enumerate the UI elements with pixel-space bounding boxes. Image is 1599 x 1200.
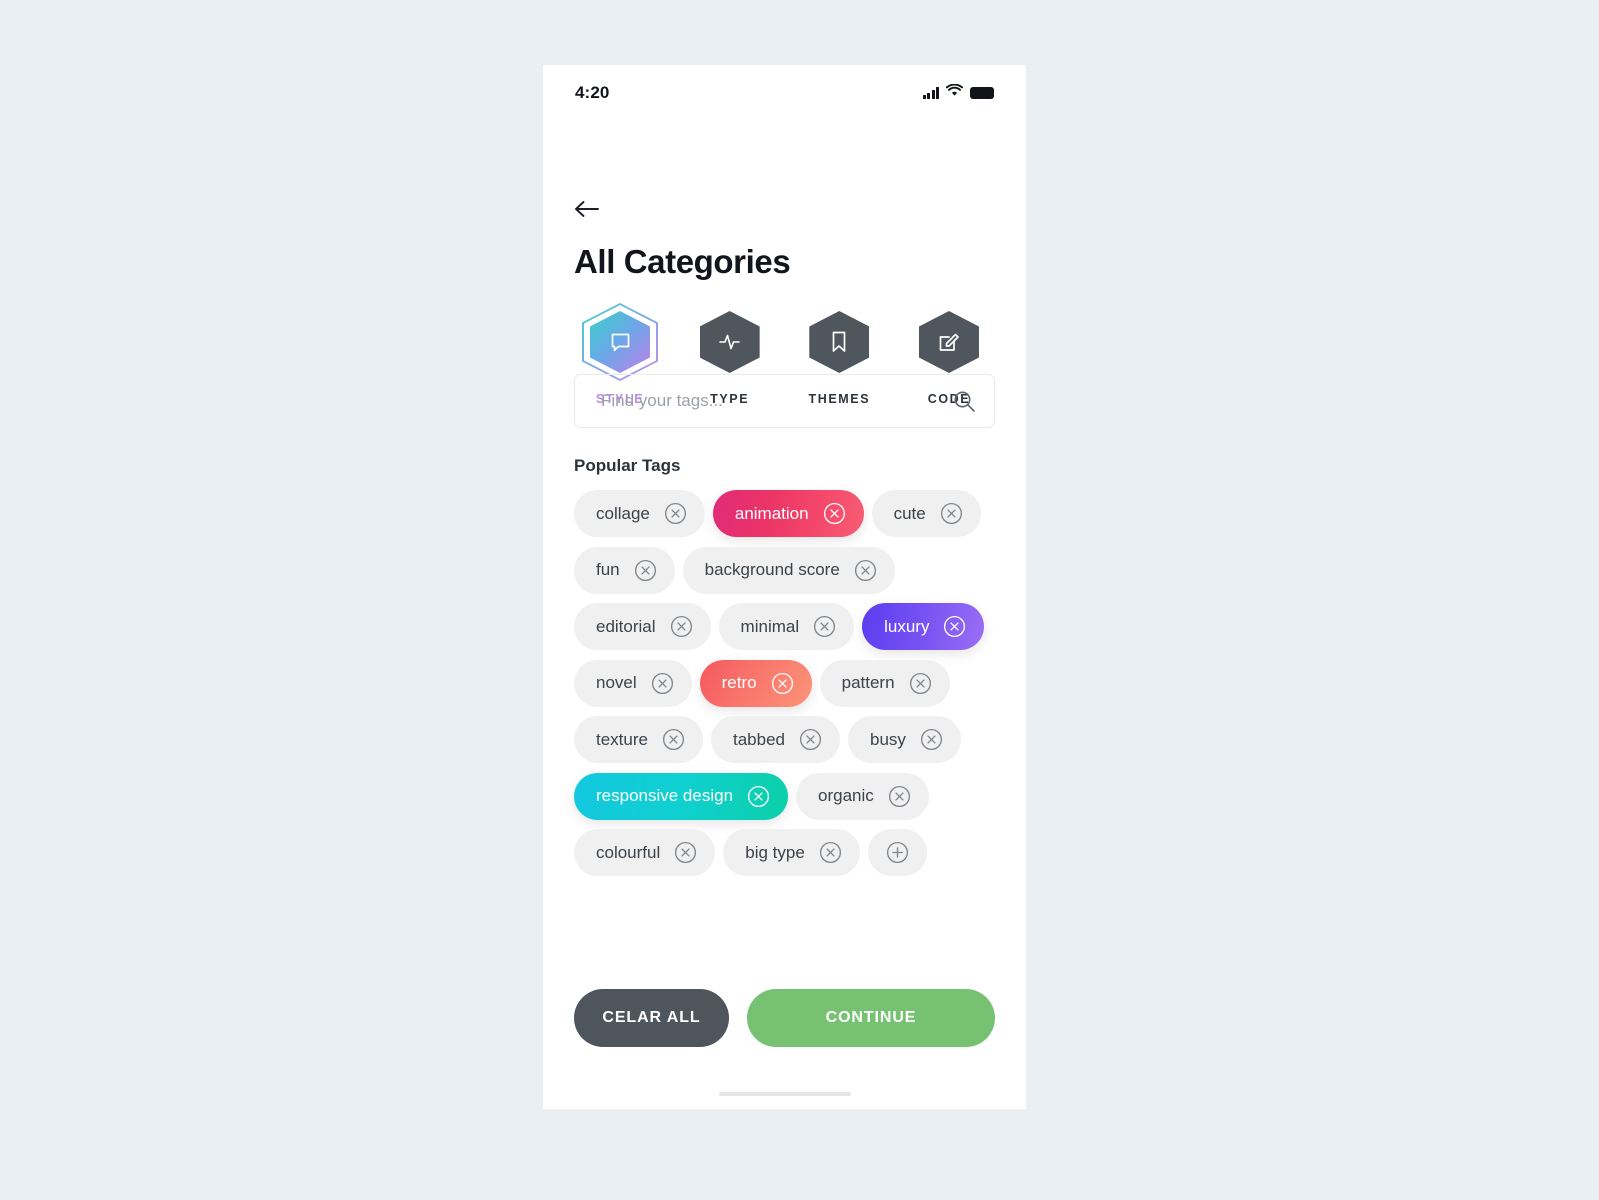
tag-chip[interactable]: responsive design [574, 772, 789, 820]
tag-label: minimal [740, 616, 800, 636]
plus-circle-icon[interactable] [886, 841, 909, 864]
tag-label: collage [596, 503, 650, 523]
page-title: All Categories [574, 243, 791, 280]
chat-bubble-icon [611, 333, 629, 351]
close-circle-icon[interactable] [634, 559, 657, 582]
tag-row: texture tabbed busy [574, 716, 1004, 763]
activity-pulse-icon [719, 334, 740, 350]
tag-label: big type [745, 842, 805, 862]
close-circle-icon[interactable] [670, 615, 693, 638]
tag-chip[interactable]: big type [723, 829, 860, 876]
close-circle-icon[interactable] [909, 672, 932, 695]
close-circle-icon[interactable] [823, 502, 846, 525]
tag-row: fun background score [574, 546, 1004, 594]
tag-chip[interactable]: busy [847, 716, 961, 763]
close-circle-icon[interactable] [819, 841, 842, 864]
tag-label: tabbed [732, 729, 785, 749]
tag-chip[interactable]: colourful [574, 829, 716, 876]
search-input[interactable] [601, 391, 953, 411]
style-hexagon [582, 303, 658, 381]
code-hexagon-fill [918, 311, 979, 373]
themes-hexagon-fill [809, 311, 870, 373]
wifi-icon [945, 83, 964, 102]
close-circle-icon[interactable] [854, 559, 877, 582]
tag-chip[interactable]: collage [574, 490, 705, 537]
tag-row: editorial minimal luxury [574, 603, 1004, 650]
search-bar[interactable] [574, 374, 995, 428]
battery-icon [970, 87, 994, 99]
tag-label: cute [893, 503, 926, 523]
footer-actions: CELAR ALL CONTINUE [574, 989, 995, 1047]
status-bar: 4:20 [543, 65, 1026, 121]
tag-row: colourful big type [574, 829, 1004, 876]
tag-chip[interactable]: editorial [574, 603, 711, 650]
search-icon[interactable] [953, 390, 976, 413]
status-icons-group [922, 83, 994, 102]
tag-chip[interactable]: cute [871, 490, 981, 537]
signal-bars-icon [922, 87, 939, 99]
tag-chip[interactable]: background score [682, 546, 895, 594]
code-hexagon [911, 303, 987, 381]
back-arrow-icon [575, 201, 599, 217]
close-circle-icon[interactable] [920, 728, 943, 751]
tag-chip[interactable]: luxury [862, 603, 985, 650]
tag-chip[interactable]: tabbed [710, 716, 840, 763]
close-circle-icon[interactable] [662, 728, 685, 751]
tag-chip[interactable]: organic [796, 772, 929, 820]
close-circle-icon[interactable] [651, 672, 674, 695]
tag-label: busy [869, 729, 906, 749]
tag-row: novel retro pattern [574, 659, 1004, 707]
close-circle-icon[interactable] [674, 841, 697, 864]
bookmark-icon [832, 331, 846, 352]
tag-label: novel [596, 673, 637, 692]
tag-label: organic [818, 786, 874, 805]
tag-chip[interactable]: novel [574, 659, 692, 707]
tag-chip[interactable]: minimal [718, 603, 855, 650]
close-circle-icon[interactable] [747, 785, 770, 808]
close-circle-icon[interactable] [799, 728, 822, 751]
close-circle-icon[interactable] [813, 615, 836, 638]
tag-label: retro [721, 673, 757, 692]
edit-square-icon [939, 333, 959, 351]
close-circle-icon[interactable] [888, 785, 911, 808]
tag-list: collage animation cute fun background score e… [574, 490, 1004, 886]
close-circle-icon[interactable] [940, 502, 963, 525]
tag-label: texture [596, 729, 648, 749]
close-circle-icon[interactable] [943, 615, 966, 638]
tag-label: colourful [596, 842, 661, 862]
type-hexagon-fill [699, 311, 760, 373]
back-button[interactable] [574, 183, 626, 235]
popular-tags-title: Popular Tags [574, 456, 681, 475]
tag-row: collage animation cute [574, 490, 1004, 537]
status-time: 4:20 [575, 83, 610, 102]
tag-label: editorial [596, 616, 656, 636]
themes-hexagon [801, 303, 877, 381]
tag-label: luxury [884, 616, 930, 636]
tag-chip[interactable]: texture [574, 716, 703, 763]
tag-label: pattern [841, 673, 895, 692]
tag-chip[interactable]: pattern [819, 659, 950, 707]
tag-label: animation [734, 503, 809, 523]
tag-label: fun [596, 560, 620, 579]
home-indicator [718, 1092, 851, 1096]
phone-screen: 4:20 All Categories STYLE TYPE THEMES CO… [543, 65, 1026, 1109]
clear-all-button[interactable]: CELAR ALL [574, 989, 729, 1047]
tag-label: background score [704, 560, 840, 579]
tag-label: responsive design [596, 786, 734, 805]
tag-row: responsive design organic [574, 772, 1004, 820]
close-circle-icon[interactable] [771, 672, 794, 695]
continue-button[interactable]: CONTINUE [747, 989, 995, 1047]
add-tag-button[interactable] [867, 829, 927, 876]
tag-chip[interactable]: fun [574, 546, 675, 594]
tag-chip[interactable]: retro [699, 659, 812, 707]
tag-chip[interactable]: animation [712, 490, 864, 537]
close-circle-icon[interactable] [664, 502, 687, 525]
type-hexagon [692, 303, 768, 381]
